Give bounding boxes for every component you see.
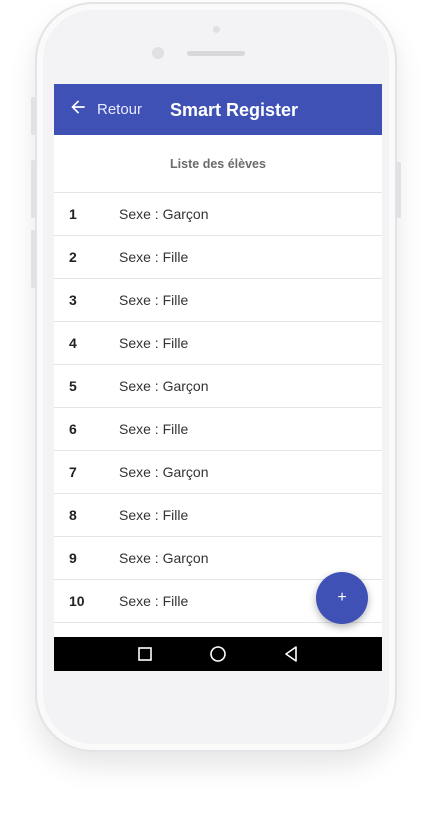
student-sex: Sexe : Fille: [119, 292, 189, 308]
student-number: 7: [69, 464, 77, 480]
student-number: 1: [69, 206, 77, 222]
add-student-button[interactable]: +: [316, 572, 368, 624]
list-item[interactable]: 4 Sexe : Fille: [54, 322, 382, 365]
list-item[interactable]: 2 Sexe : Fille: [54, 236, 382, 279]
student-number: 4: [69, 335, 77, 351]
phone-front-camera: [152, 47, 164, 59]
app-title: Smart Register: [170, 100, 299, 120]
phone-speaker: [187, 51, 245, 56]
home-circle-icon[interactable]: [208, 644, 228, 664]
app-bar: Retour Smart Register: [54, 84, 382, 135]
student-sex: Sexe : Garçon: [119, 550, 209, 566]
student-number: 9: [69, 550, 77, 566]
plus-icon: +: [337, 589, 347, 606]
student-number: 8: [69, 507, 77, 523]
list-item[interactable]: 7 Sexe : Garçon: [54, 451, 382, 494]
phone-sensor: [213, 26, 220, 33]
student-number: 2: [69, 249, 77, 265]
student-sex: Sexe : Fille: [119, 593, 189, 609]
student-number: 10: [69, 593, 85, 609]
arrow-left-icon: [68, 97, 88, 122]
phone-side-button-top: [31, 97, 36, 135]
phone-side-button-volume-down: [31, 230, 36, 288]
student-sex: Sexe : Garçon: [119, 464, 209, 480]
back-button[interactable]: Retour: [68, 84, 142, 135]
android-nav-bar: [54, 637, 382, 671]
student-sex: Sexe : Garçon: [119, 206, 209, 222]
list-item[interactable]: 5 Sexe : Garçon: [54, 365, 382, 408]
student-number: 3: [69, 292, 77, 308]
phone-side-button-power: [396, 162, 401, 218]
list-item[interactable]: 1 Sexe : Garçon: [54, 193, 382, 236]
list-header: Liste des élèves: [54, 135, 382, 193]
student-list: 1 Sexe : Garçon 2 Sexe : Fille 3 Sexe : Fille…: [54, 193, 382, 623]
student-sex: Sexe : Fille: [119, 507, 189, 523]
back-label: Retour: [97, 101, 143, 118]
list-item[interactable]: 8 Sexe : Fille: [54, 494, 382, 537]
student-number: 5: [69, 378, 77, 394]
student-sex: Sexe : Fille: [119, 335, 189, 351]
student-sex: Sexe : Fille: [119, 249, 189, 265]
student-sex: Sexe : Fille: [119, 421, 189, 437]
recents-square-icon[interactable]: [135, 644, 155, 664]
back-triangle-icon[interactable]: [281, 644, 301, 664]
list-item[interactable]: 6 Sexe : Fille: [54, 408, 382, 451]
student-sex: Sexe : Garçon: [119, 378, 209, 394]
student-number: 6: [69, 421, 77, 437]
app-screen: Retour Smart Register Liste des élèves 1…: [54, 84, 382, 671]
list-item[interactable]: 3 Sexe : Fille: [54, 279, 382, 322]
phone-side-button-volume-up: [31, 160, 36, 218]
